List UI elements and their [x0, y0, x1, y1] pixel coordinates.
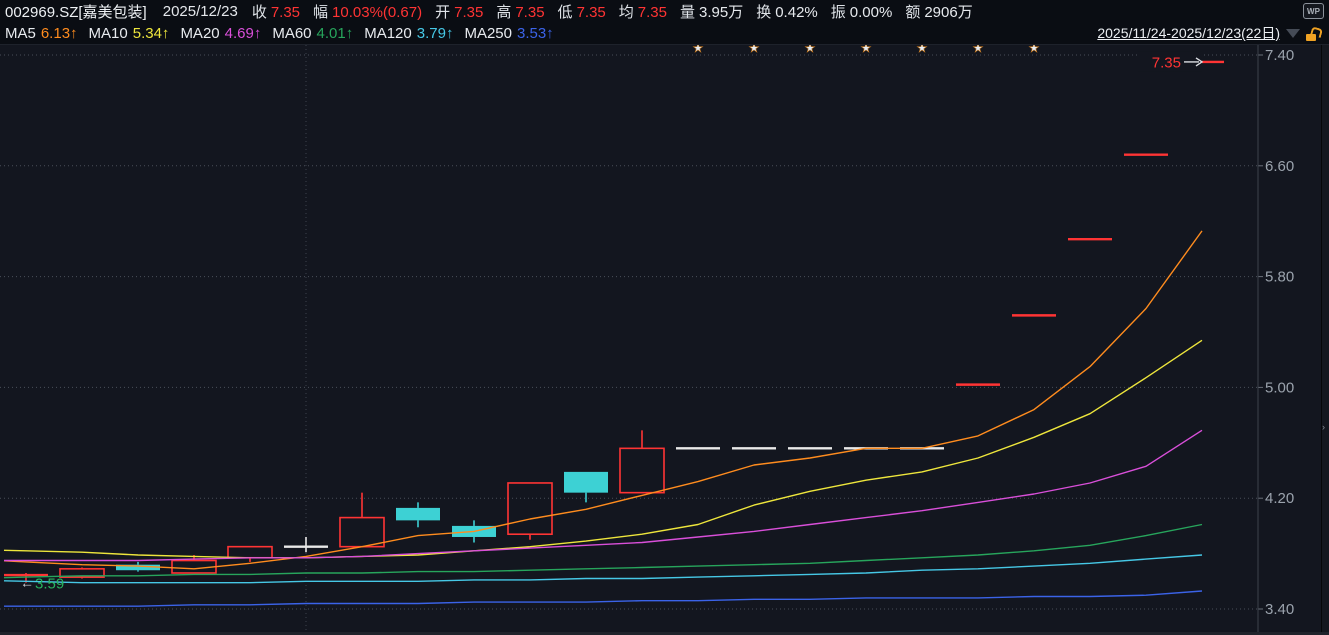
quote-field-高: 高 7.35 [496, 1, 544, 22]
ma-value: 3.53↑ [516, 24, 554, 42]
last-price-marker: 7.35 [1138, 51, 1204, 72]
kline-chart[interactable]: 7.406.605.805.004.203.40★ ★ ★ ★ ★ ★ ★← 3.597.35 [0, 0, 1329, 635]
ma-bar: MA5 6.13↑ MA10 5.34↑ MA20 4.69↑ MA60 4.01↑ MA120… [0, 22, 1329, 45]
quote-field-换: 换 0.42% [756, 1, 818, 22]
ma-value: 6.13↑ [40, 24, 78, 42]
quote-field-幅: 幅 10.03%(0.67) [313, 1, 422, 22]
quote-field-value: 2906万 [924, 3, 973, 21]
quote-field-label: 均 [618, 3, 634, 21]
candle-8[interactable] [396, 502, 440, 528]
ma-line-MA20 [4, 429, 1203, 562]
ma-legend-MA250: MA250 3.53↑ [464, 25, 553, 42]
candle-5[interactable] [227, 545, 273, 562]
last-price-label: 7.35 [1152, 54, 1181, 71]
low-price-marker: ← 3.59 [20, 575, 64, 593]
low-price-label: 3.59 [35, 576, 64, 593]
ma-legend-MA60: MA60 4.01↑ [272, 25, 353, 42]
quote-field-label: 振 [830, 3, 846, 21]
ma-label: MA20 [180, 24, 220, 42]
y-axis-label: 7.40 [1265, 47, 1294, 64]
quote-field-value: 7.35 [576, 3, 606, 21]
quote-field-量: 量 3.95万 [680, 1, 743, 22]
y-axis-label: 3.40 [1265, 601, 1294, 618]
quote-field-label: 收 [251, 3, 267, 21]
candle-2[interactable] [59, 567, 105, 579]
quote-field-label: 开 [435, 3, 451, 21]
quote-field-label: 幅 [313, 3, 329, 21]
quote-field-开: 开 7.35 [435, 1, 483, 22]
ma-label: MA250 [464, 24, 512, 42]
ma-value: 5.34↑ [132, 24, 170, 42]
candle-7[interactable] [339, 492, 385, 548]
quote-field-label: 低 [557, 3, 573, 21]
quote-field-收: 收 7.35 [252, 1, 300, 22]
wp-monitor-icon[interactable]: WP [1303, 3, 1324, 19]
ma-line-MA10 [3, 339, 1203, 559]
ma-label: MA60 [272, 24, 312, 42]
ma-label: MA5 [5, 24, 36, 42]
ma-values: MA5 6.13↑ MA10 5.34↑ MA20 4.69↑ MA60 4.01↑ MA120… [5, 25, 565, 42]
y-axis-label: 4.20 [1265, 490, 1294, 507]
candle-11[interactable] [564, 471, 608, 503]
candle-10[interactable] [507, 482, 553, 540]
ma-value: 4.69↑ [224, 24, 262, 42]
date-range-label[interactable]: 2025/11/24-2025/12/23(22日) [1097, 23, 1280, 43]
candle-12[interactable] [619, 430, 665, 494]
quote-bar: 002969.SZ[嘉美包装] 2025/12/23 收 7.35 幅 10.03%(… [0, 0, 1329, 22]
ma-line-MA5 [3, 230, 1203, 570]
splitter-handle-icon[interactable]: › [1322, 423, 1325, 432]
ma-legend-MA120: MA120 3.79↑ [364, 25, 453, 42]
quote-field-均: 均 7.35 [619, 1, 667, 22]
quote-field-label: 高 [496, 3, 512, 21]
ma-label: MA10 [88, 24, 128, 42]
quote-fields: 收 7.35 幅 10.03%(0.67) 开 7.35 高 7.35 低 7.35 均 7.35 量 3… [252, 1, 986, 22]
date-range-control[interactable]: 2025/11/24-2025/12/23(22日) [1097, 22, 1324, 44]
quote-field-value: 7.35 [270, 3, 301, 21]
ma-label: MA120 [364, 24, 412, 42]
quote-field-label: 换 [756, 3, 772, 21]
quote-field-label: 量 [679, 3, 695, 21]
ma-legend-MA20: MA20 4.69↑ [180, 25, 261, 42]
quote-field-value: 10.03%(0.67) [332, 3, 423, 21]
ma-line-MA60 [3, 523, 1203, 579]
left-arrow-icon: ← [20, 575, 34, 591]
unlock-icon[interactable] [1306, 25, 1324, 41]
right-panel-splitter[interactable]: › [1321, 0, 1329, 635]
chevron-down-icon[interactable] [1286, 28, 1300, 38]
y-axis-label: 5.80 [1265, 269, 1294, 286]
quote-field-value: 3.95万 [699, 3, 744, 21]
candle-4[interactable] [171, 554, 217, 574]
y-axis-label: 5.00 [1265, 379, 1294, 396]
ma-value: 3.79↑ [416, 24, 454, 42]
y-axis-label: 6.60 [1265, 158, 1294, 175]
ma-value: 4.01↑ [316, 24, 354, 42]
ma-line-MA250 [4, 590, 1203, 607]
quote-field-value: 7.35 [515, 3, 545, 21]
ma-lines-layer [3, 230, 1203, 607]
ma-legend-MA10: MA10 5.34↑ [89, 25, 170, 42]
quote-field-value: 0.00% [849, 3, 893, 21]
quote-field-额: 额 2906万 [905, 1, 972, 22]
ma-legend-MA5: MA5 6.13↑ [5, 25, 78, 42]
candles-layer[interactable] [4, 60, 1224, 583]
candle-6[interactable] [284, 536, 328, 553]
quote-field-label: 额 [905, 3, 921, 21]
quote-field-低: 低 7.35 [558, 1, 606, 22]
stock-symbol: 002969.SZ[嘉美包装] [5, 3, 147, 21]
quote-field-value: 0.42% [775, 3, 818, 21]
quote-date: 2025/12/23 [162, 2, 238, 20]
quote-field-value: 7.35 [454, 3, 484, 21]
quote-field-value: 7.35 [637, 3, 667, 21]
quote-field-振: 振 0.00% [831, 1, 893, 22]
